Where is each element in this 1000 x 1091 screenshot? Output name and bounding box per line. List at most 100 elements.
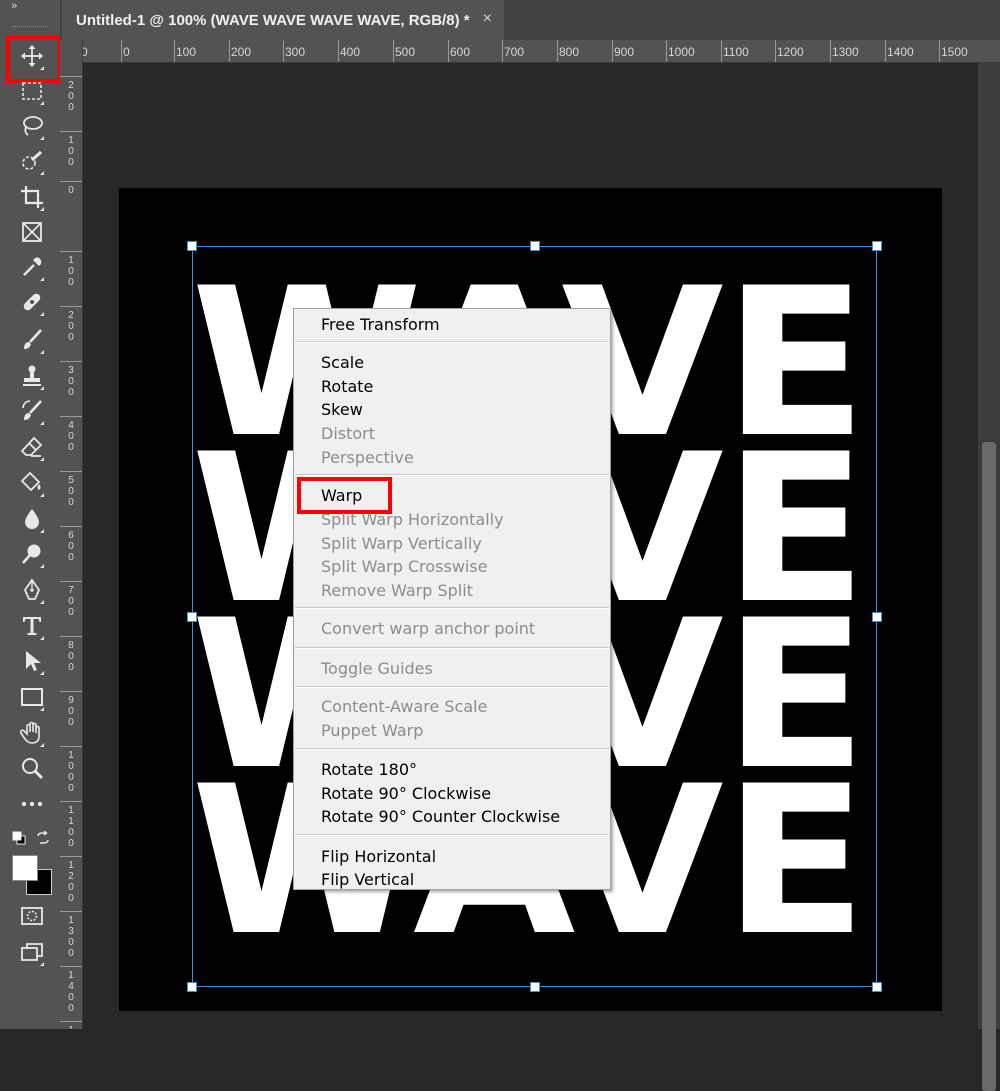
- ruler-tick: [393, 40, 394, 62]
- ruler-label: 1400: [887, 45, 914, 59]
- menu-item-scale[interactable]: Scale: [321, 353, 364, 372]
- ruler-tick: [121, 40, 122, 62]
- ruler-tick: [60, 801, 82, 802]
- more-tools[interactable]: [14, 791, 50, 821]
- menu-item-content-aware-scale[interactable]: Content-Aware Scale: [321, 697, 487, 716]
- eyedropper-tool[interactable]: [14, 254, 50, 284]
- clone-stamp-tool[interactable]: [14, 363, 50, 393]
- healing-brush-tool[interactable]: [14, 289, 50, 319]
- menu-item-rotate-90-ccw[interactable]: Rotate 90° Counter Clockwise: [321, 807, 560, 826]
- ruler-label: 200: [231, 45, 252, 59]
- menu-item-rotate-90-cw[interactable]: Rotate 90° Clockwise: [321, 784, 491, 803]
- default-colors-icon[interactable]: [12, 831, 26, 845]
- brush-tool[interactable]: [14, 327, 50, 357]
- horizontal-ruler[interactable]: 0 0 100 200 300 400 500 600 700 800 900 1000 1100 120…: [60, 40, 1000, 63]
- menu-item-perspective[interactable]: Perspective: [321, 448, 414, 467]
- transform-handle-top-center[interactable]: [530, 241, 540, 251]
- ruler-label: 600: [68, 530, 74, 563]
- menu-item-distort[interactable]: Distort: [321, 424, 375, 443]
- vertical-scrollbar[interactable]: [978, 62, 1000, 1091]
- menu-item-split-warp-horizontally[interactable]: Split Warp Horizontally: [321, 510, 504, 529]
- document-tab[interactable]: Untitled-1 @ 100% (WAVE WAVE WAVE WAVE, …: [62, 0, 504, 40]
- ruler-label: 1200: [777, 45, 804, 59]
- menu-separator: [295, 341, 609, 343]
- hand-tool[interactable]: [14, 720, 50, 750]
- history-brush-tool[interactable]: [14, 398, 50, 428]
- transform-handle-bottom-center[interactable]: [530, 982, 540, 992]
- marquee-tool[interactable]: [14, 78, 50, 108]
- transform-handle-bottom-left[interactable]: [187, 982, 197, 992]
- document-title: Untitled-1 @ 100% (WAVE WAVE WAVE WAVE, …: [76, 11, 470, 29]
- menu-separator: [295, 686, 609, 688]
- menu-item-puppet-warp[interactable]: Puppet Warp: [321, 721, 423, 740]
- ruler-tick: [174, 40, 175, 62]
- ruler-label: 900: [68, 695, 74, 728]
- quick-mask-button[interactable]: [14, 903, 50, 933]
- vertical-ruler[interactable]: 200 100 0 100 200 300 400 500 600 700 800 900 1000 11…: [60, 40, 83, 1029]
- swap-colors-icon[interactable]: [36, 830, 50, 845]
- foreground-color-swatch[interactable]: [12, 855, 38, 881]
- ruler-label: 1200: [68, 860, 74, 904]
- ruler-tick: [60, 76, 82, 77]
- close-icon[interactable]: ×: [483, 10, 492, 28]
- ruler-label: 600: [450, 45, 471, 59]
- paint-bucket-tool[interactable]: [14, 470, 50, 500]
- type-tool[interactable]: [14, 613, 50, 643]
- ruler-tick: [60, 966, 82, 967]
- ruler-tick: [60, 131, 82, 132]
- rectangle-tool[interactable]: [14, 684, 50, 714]
- quick-selection-tool[interactable]: [14, 148, 50, 178]
- menu-item-free-transform[interactable]: Free Transform: [321, 315, 440, 334]
- ruler-origin[interactable]: [60, 40, 82, 62]
- magnifier-icon: [20, 756, 44, 785]
- ruler-label: 0: [123, 45, 130, 59]
- ruler-tick: [612, 40, 613, 62]
- ruler-tick: [60, 636, 82, 637]
- path-selection-tool[interactable]: [14, 648, 50, 678]
- pen-tool[interactable]: [14, 577, 50, 607]
- ruler-tick: [60, 1021, 82, 1022]
- ruler-tick: [338, 40, 339, 62]
- ruler-label: 400: [340, 45, 361, 59]
- ruler-label: 700: [68, 585, 74, 618]
- ruler-tick: [557, 40, 558, 62]
- transform-handle-middle-left[interactable]: [187, 612, 197, 622]
- document-tab-bar: Untitled-1 @ 100% (WAVE WAVE WAVE WAVE, …: [60, 0, 1000, 40]
- ruler-tick: [60, 911, 82, 912]
- menu-item-flip-vertical[interactable]: Flip Vertical: [321, 870, 414, 889]
- collapse-panel-button[interactable]: »: [11, 0, 17, 12]
- frame-tool[interactable]: [14, 219, 50, 249]
- eraser-tool[interactable]: [14, 434, 50, 464]
- menu-item-flip-horizontal[interactable]: Flip Horizontal: [321, 847, 436, 866]
- ruler-label: 100: [176, 45, 197, 59]
- warp-highlight: [297, 477, 392, 514]
- ruler-tick: [60, 691, 82, 692]
- blur-tool[interactable]: [14, 506, 50, 536]
- transform-handle-top-right[interactable]: [872, 241, 882, 251]
- menu-separator: [295, 834, 609, 836]
- menu-item-convert-warp-anchor-point[interactable]: Convert warp anchor point: [321, 619, 535, 638]
- ruler-label: 800: [559, 45, 580, 59]
- transform-handle-top-left[interactable]: [187, 241, 197, 251]
- menu-item-toggle-guides[interactable]: Toggle Guides: [321, 659, 433, 678]
- menu-separator: [295, 607, 609, 609]
- transform-handle-bottom-right[interactable]: [872, 982, 882, 992]
- dodge-tool[interactable]: [14, 541, 50, 571]
- menu-item-skew[interactable]: Skew: [321, 400, 363, 419]
- quick-mask-icon: [20, 904, 44, 933]
- scrollbar-thumb[interactable]: [982, 442, 996, 1091]
- menu-item-rotate[interactable]: Rotate: [321, 377, 373, 396]
- ruler-tick: [502, 40, 503, 62]
- menu-item-split-warp-vertically[interactable]: Split Warp Vertically: [321, 534, 482, 553]
- ruler-tick: [283, 40, 284, 62]
- screen-mode-button[interactable]: [14, 939, 50, 969]
- ruler-tick: [229, 40, 230, 62]
- menu-item-rotate-180[interactable]: Rotate 180°: [321, 760, 417, 779]
- panel-grip[interactable]: [12, 26, 48, 29]
- transform-handle-middle-right[interactable]: [872, 612, 882, 622]
- zoom-tool[interactable]: [14, 755, 50, 785]
- menu-item-remove-warp-split[interactable]: Remove Warp Split: [321, 581, 473, 600]
- lasso-tool[interactable]: [14, 113, 50, 143]
- crop-tool[interactable]: [14, 184, 50, 214]
- menu-item-split-warp-crosswise[interactable]: Split Warp Crosswise: [321, 557, 488, 576]
